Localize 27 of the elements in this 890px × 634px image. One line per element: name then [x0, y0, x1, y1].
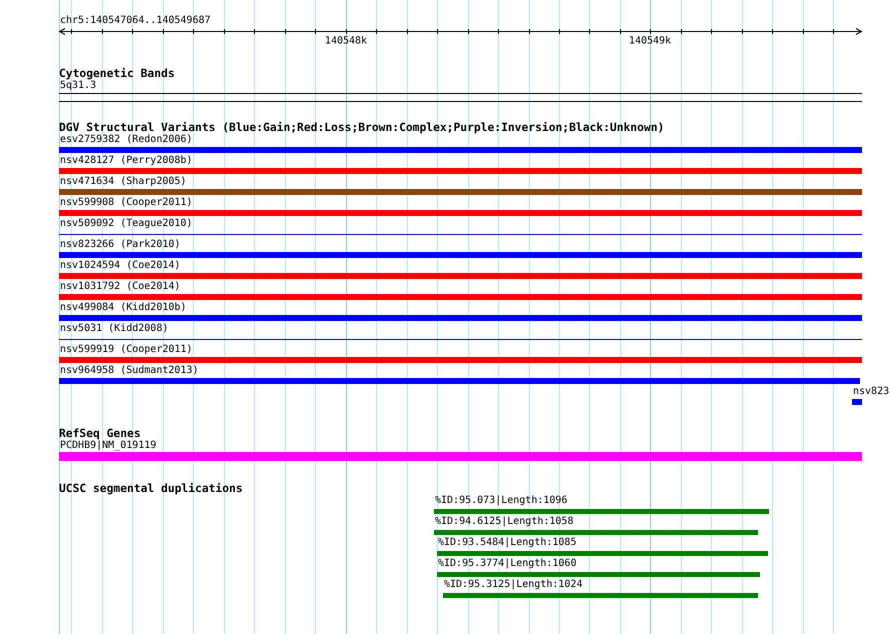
- location-label: chr5:140547064..140549687: [59, 14, 211, 27]
- variant-label: nsv1031792 (Coe2014): [59, 281, 180, 293]
- variant-label: nsv823266 (Park2010): [59, 239, 180, 251]
- duplication-label: %ID:95.3125|Length:1024: [443, 579, 582, 591]
- tick-label: 140549k: [628, 36, 672, 46]
- track-title: UCSC segmental duplications: [59, 482, 243, 495]
- variant-label: nsv509092 (Teague2010): [59, 218, 192, 230]
- track-title: DGV Structural Variants (Blue:Gain;Red:Loss;Brown:Complex;Purple:Inversion;Black:Unknown): [59, 121, 664, 134]
- variant-label: nsv823: [852, 386, 890, 398]
- variant-label: nsv599919 (Cooper2011): [59, 344, 192, 356]
- variant-label: nsv964958 (Sudmant2013): [59, 365, 198, 377]
- gene-label: PCDHB9|NM_019119: [59, 440, 156, 452]
- band-label: 5q31.3: [59, 80, 96, 92]
- variant-label: nsv1024594 (Coe2014): [59, 260, 180, 272]
- variant-label: nsv599908 (Cooper2011): [59, 197, 192, 209]
- variant-label: nsv499084 (Kidd2010b): [59, 302, 186, 314]
- variant-label: esv2759382 (Redon2006): [59, 134, 192, 146]
- duplication-label: %ID:93.5484|Length:1085: [437, 537, 576, 549]
- duplication-label: %ID:95.073|Length:1096: [434, 495, 568, 507]
- track-title: RefSeq Genes: [59, 427, 141, 440]
- tick-label: 140548k: [324, 36, 368, 46]
- variant-label: nsv428127 (Perry2008b): [59, 155, 192, 167]
- variant-label: nsv471634 (Sharp2005): [59, 176, 186, 188]
- track-title: Cytogenetic Bands: [59, 67, 175, 80]
- duplication-label: %ID:95.3774|Length:1060: [437, 558, 576, 570]
- duplication-label: %ID:94.6125|Length:1058: [434, 516, 574, 528]
- variant-label: nsv5031 (Kidd2008): [59, 323, 168, 335]
